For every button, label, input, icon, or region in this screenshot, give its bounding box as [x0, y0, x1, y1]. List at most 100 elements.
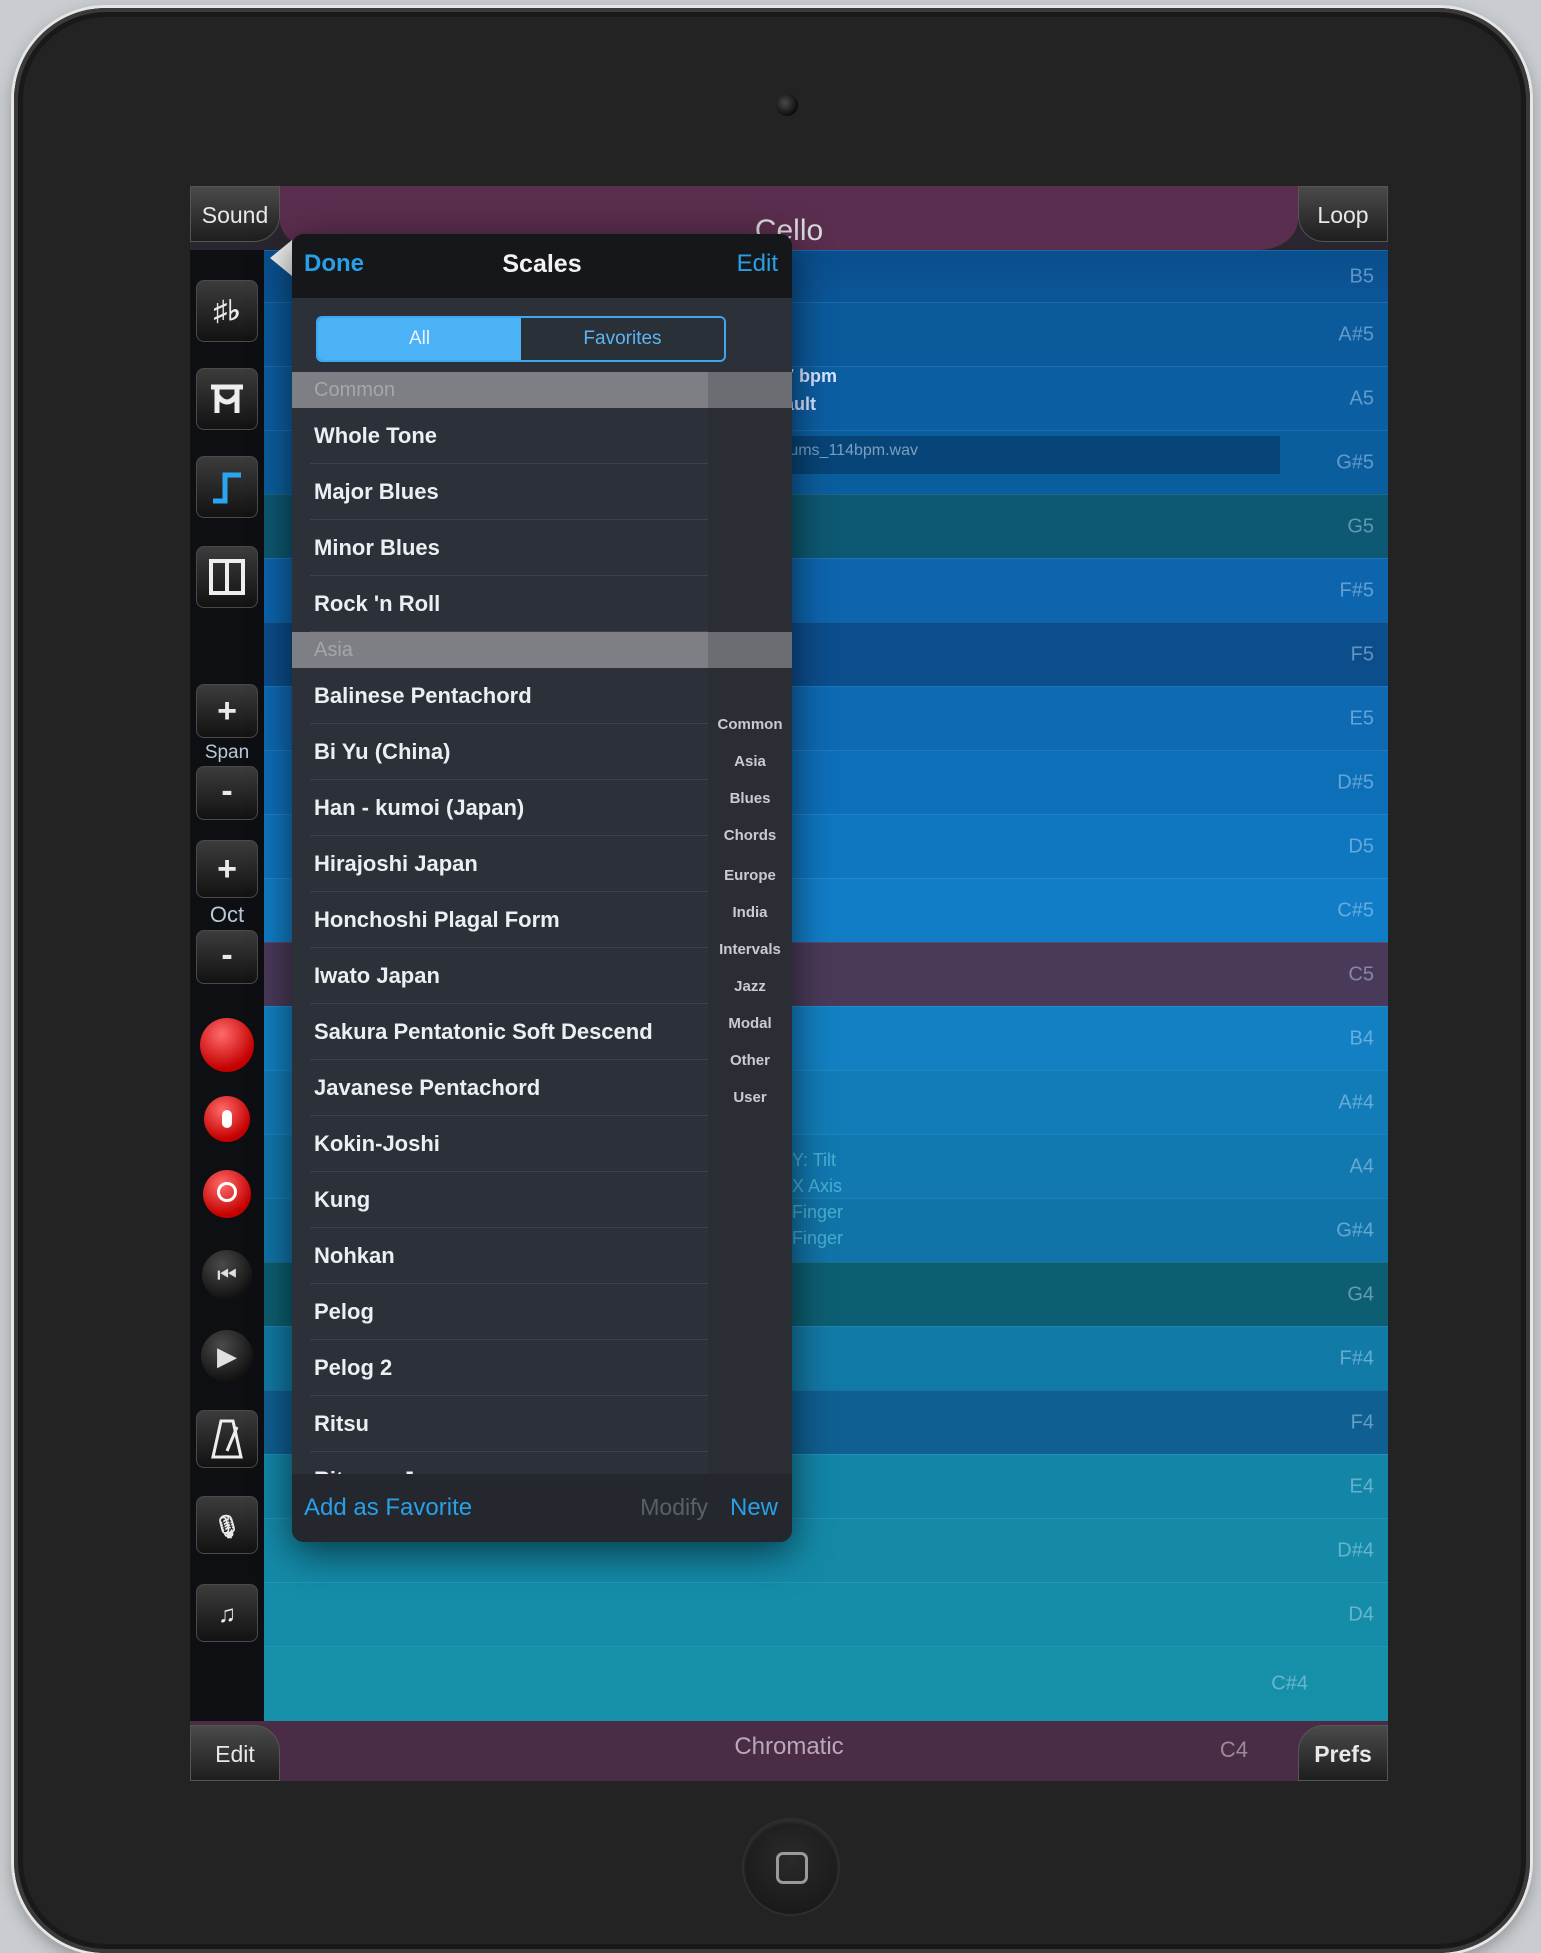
sharp-flat-button[interactable]: ♯♭: [196, 280, 258, 342]
note-label: A#4: [1338, 1091, 1374, 1113]
mic-button[interactable]: [204, 1096, 250, 1142]
note-label: C5: [1348, 963, 1374, 985]
list-item[interactable]: Kokin-Joshi: [292, 1116, 708, 1172]
rewind-button[interactable]: ⏮: [202, 1250, 252, 1300]
scales-list[interactable]: Common Whole Tone Major Blues Minor Blue…: [292, 372, 708, 1474]
home-button[interactable]: [744, 1820, 838, 1914]
list-item[interactable]: Ritsuon Japan: [292, 1452, 708, 1474]
index-item[interactable]: Common: [708, 716, 792, 733]
note-label: C#4: [1271, 1672, 1308, 1695]
index-item[interactable]: Modal: [708, 1015, 792, 1032]
popover-header: Done Scales Edit: [292, 234, 792, 298]
sharp-flat-icon: ♯♭: [213, 295, 241, 326]
new-scale-button[interactable]: New: [730, 1494, 778, 1522]
key-row[interactable]: C#4: [264, 1646, 1388, 1721]
index-item[interactable]: Blues: [708, 790, 792, 807]
current-scale[interactable]: Chromatic: [190, 1733, 1388, 1761]
note-label: C#5: [1337, 899, 1374, 921]
pitch-bend-icon: [213, 472, 241, 504]
oct-minus-button[interactable]: -: [196, 930, 258, 984]
list-item[interactable]: Rock 'n Roll: [292, 576, 708, 632]
list-item[interactable]: Javanese Pentachord: [292, 1060, 708, 1116]
camera: [776, 94, 798, 116]
audio-input-button[interactable]: 🎙: [196, 1496, 258, 1554]
index-item[interactable]: Chords: [708, 827, 792, 844]
prefs-button[interactable]: Prefs: [1298, 1725, 1388, 1781]
list-item[interactable]: Whole Tone: [292, 408, 708, 464]
add-favorite-button[interactable]: Add as Favorite: [304, 1494, 472, 1522]
popover-arrow: [270, 240, 292, 276]
popover-title: Scales: [502, 250, 582, 278]
note-label: G#4: [1336, 1219, 1374, 1241]
span-plus-button[interactable]: +: [196, 684, 258, 738]
index-item[interactable]: Asia: [708, 753, 792, 770]
power-icon: [217, 1182, 237, 1202]
list-item[interactable]: Pelog: [292, 1284, 708, 1340]
segment-all[interactable]: All: [318, 318, 521, 360]
index-item[interactable]: Intervals: [708, 941, 792, 958]
audio-notes-button[interactable]: ♫: [196, 1584, 258, 1642]
mic-speaker-icon: 🎙: [213, 1514, 241, 1539]
oct-label: Oct: [209, 902, 245, 927]
scales-popover: Done Scales Edit All Favorites Common Wh…: [292, 234, 792, 1542]
glide-icon: [211, 384, 243, 413]
note-label: E4: [1349, 1475, 1374, 1497]
list-item[interactable]: Minor Blues: [292, 520, 708, 576]
finger-text-1: Finger: [792, 1202, 844, 1222]
key-row[interactable]: D4: [264, 1582, 1388, 1646]
index-item[interactable]: Jazz: [708, 978, 792, 995]
list-item[interactable]: Nohkan: [292, 1228, 708, 1284]
sound-button[interactable]: Sound: [190, 186, 280, 242]
note-label: F#5: [1339, 579, 1374, 601]
modify-button[interactable]: Modify: [640, 1494, 708, 1521]
note-label: D4: [1348, 1603, 1374, 1625]
list-item[interactable]: Honchoshi Plagal Form: [292, 892, 708, 948]
split-view-button[interactable]: [196, 546, 258, 608]
index-item[interactable]: Europe: [708, 867, 792, 884]
play-icon: ▶: [217, 1341, 237, 1371]
index-item[interactable]: Other: [708, 1052, 792, 1069]
ipad-device: B5 A#5 A5 G#5 G5 F#5 F5 E5 D#5 D5 C#5 C5…: [14, 8, 1530, 1953]
list-item[interactable]: Major Blues: [292, 464, 708, 520]
list-item[interactable]: Ritsu: [292, 1396, 708, 1452]
metronome-button[interactable]: [196, 1410, 258, 1468]
play-button[interactable]: ▶: [201, 1330, 253, 1382]
left-toolbar: ♯♭ + Span - + Oct - ⏮ ▶ 🎙 ♫: [190, 250, 264, 1721]
note-label: F5: [1350, 643, 1374, 665]
note-label: D#5: [1337, 771, 1374, 793]
list-item[interactable]: Balinese Pentachord: [292, 668, 708, 724]
microphone-icon: [222, 1110, 232, 1128]
edit-button[interactable]: Edit: [190, 1725, 280, 1781]
power-button[interactable]: [203, 1170, 251, 1218]
index-band-asia: [708, 632, 792, 668]
note-label: G#5: [1336, 451, 1374, 473]
edit-scales-button[interactable]: Edit: [737, 250, 778, 278]
list-item[interactable]: Pelog 2: [292, 1340, 708, 1396]
loop-file-text: rums_114bpm.wav: [784, 442, 918, 459]
root-note[interactable]: C4: [1220, 1737, 1248, 1763]
list-item[interactable]: Han - kumoi (Japan): [292, 780, 708, 836]
list-item[interactable]: Bi Yu (China): [292, 724, 708, 780]
popover-footer: Add as Favorite Modify New: [292, 1474, 792, 1542]
pitch-bend-button[interactable]: [196, 456, 258, 518]
metronome-icon: [211, 1419, 243, 1459]
filter-segmented-control: All Favorites: [316, 316, 726, 362]
oct-plus-button[interactable]: +: [196, 840, 258, 898]
xaxis-text: X Axis: [792, 1176, 843, 1196]
span-minus-button[interactable]: -: [196, 766, 258, 820]
index-item[interactable]: India: [708, 904, 792, 921]
segment-favorites[interactable]: Favorites: [521, 318, 724, 360]
note-label: D#4: [1337, 1539, 1374, 1561]
loop-button[interactable]: Loop: [1298, 186, 1388, 242]
list-item[interactable]: Hirajoshi Japan: [292, 836, 708, 892]
note-label: E5: [1349, 707, 1374, 729]
section-index: Common Asia Blues Chords Europe India In…: [708, 372, 792, 1474]
list-item[interactable]: Kung: [292, 1172, 708, 1228]
list-item[interactable]: Sakura Pentatonic Soft Descend: [292, 1004, 708, 1060]
note-label: G4: [1347, 1283, 1374, 1305]
index-item[interactable]: User: [708, 1089, 792, 1106]
record-button[interactable]: [200, 1018, 254, 1072]
section-header-asia: Asia: [292, 632, 708, 668]
list-item[interactable]: Iwato Japan: [292, 948, 708, 1004]
glide-button[interactable]: [196, 368, 258, 430]
